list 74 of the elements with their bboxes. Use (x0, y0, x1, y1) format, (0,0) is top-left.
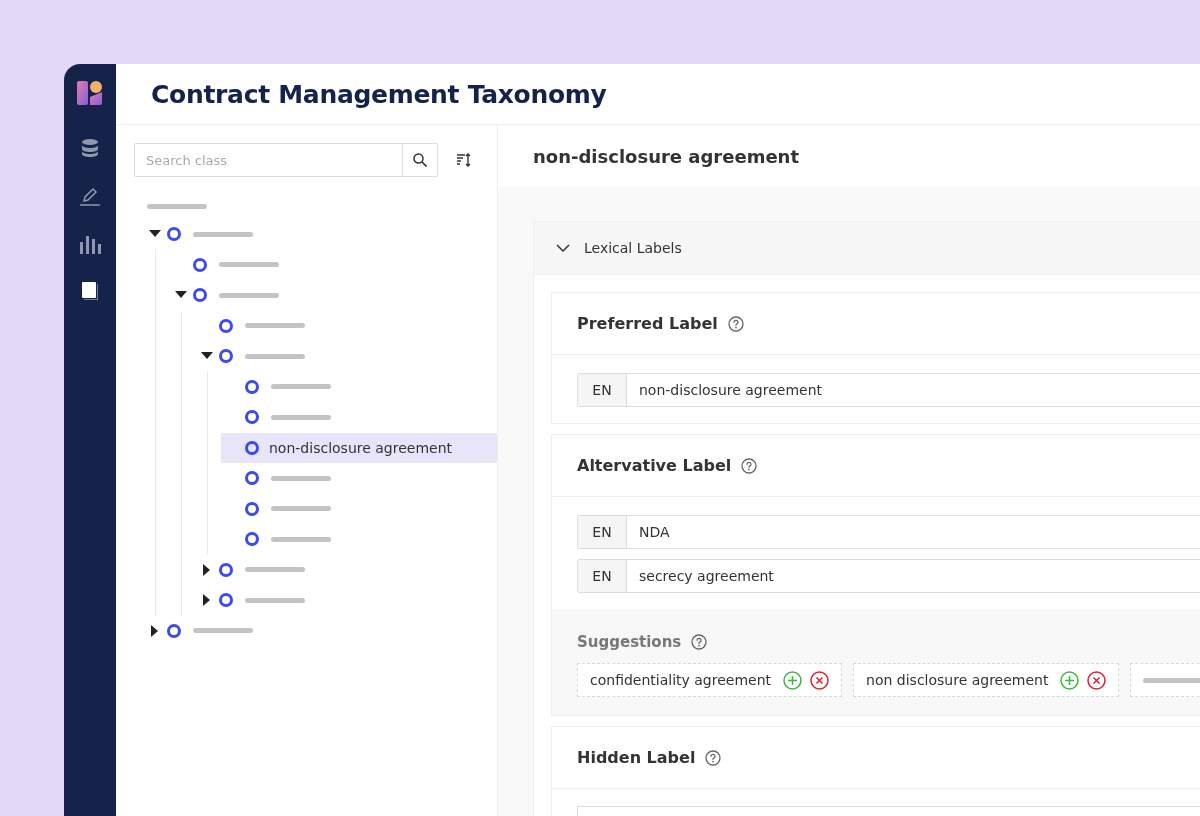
collapsed-caret-icon[interactable] (151, 624, 159, 637)
expanded-caret-icon[interactable] (149, 230, 161, 239)
add-icon[interactable] (1060, 670, 1080, 690)
language-tag: EN (578, 374, 627, 406)
placeholder-bar (193, 231, 253, 237)
placeholder-bar (193, 628, 253, 634)
collapsed-caret-icon[interactable] (203, 563, 211, 576)
node-icon (219, 562, 233, 577)
label-field[interactable] (577, 806, 1200, 816)
language-tag: EN (578, 560, 627, 592)
help-icon[interactable] (691, 634, 708, 650)
node-icon (245, 410, 259, 425)
placeholder-bar (271, 536, 331, 542)
suggestion-text: non disclosure agreement (866, 672, 1049, 688)
add-icon[interactable] (783, 670, 803, 690)
expanded-caret-icon[interactable] (201, 352, 213, 361)
placeholder-bar (271, 475, 331, 481)
reject-icon[interactable] (810, 670, 830, 690)
node-icon (219, 349, 233, 364)
node-icon (245, 440, 259, 455)
search-icon (413, 153, 427, 167)
collapsed-caret-icon[interactable] (203, 594, 211, 607)
search-button[interactable] (402, 143, 438, 177)
node-icon (167, 227, 181, 242)
placeholder-bar (271, 414, 331, 420)
book-icon[interactable] (82, 282, 98, 300)
chevron-down-icon[interactable] (556, 243, 570, 253)
placeholder-bar (245, 597, 305, 603)
node-icon (193, 288, 207, 303)
help-icon[interactable] (741, 457, 758, 474)
help-icon[interactable] (705, 749, 722, 766)
sort-icon[interactable] (456, 153, 472, 167)
node-icon (167, 623, 181, 638)
selected-tree-row[interactable]: non-disclosure agreement (221, 432, 497, 463)
node-icon (193, 257, 207, 272)
placeholder-bar (219, 262, 279, 268)
suggestions-title: Suggestions (577, 633, 682, 651)
logo-icon[interactable] (77, 80, 103, 106)
placeholder-bar (147, 204, 207, 209)
label-field[interactable]: EN NDA (577, 515, 1200, 549)
reject-icon[interactable] (1087, 670, 1107, 690)
help-icon[interactable] (727, 315, 744, 332)
suggestion-text: confidentiality agreement (590, 672, 772, 688)
section-title: Preferred Label (577, 314, 718, 333)
placeholder-bar (271, 384, 331, 390)
panel-title: Lexical Labels (584, 240, 682, 256)
node-icon (245, 532, 259, 547)
tree-item-label[interactable]: non-disclosure agreement (269, 439, 453, 456)
node-icon (219, 318, 233, 333)
label-value: non-disclosure agreement (638, 381, 823, 400)
expanded-caret-icon[interactable] (175, 291, 187, 300)
node-icon (219, 593, 233, 608)
placeholder-bar (245, 323, 305, 329)
label-field[interactable]: EN secrecy agreement (577, 559, 1200, 593)
section-title: Altervative Label (577, 456, 732, 475)
label-value: NDA (638, 523, 670, 542)
pencil-icon[interactable] (79, 186, 101, 206)
label-field[interactable]: EN non-disclosure agreement (577, 373, 1200, 407)
placeholder-bar (1143, 677, 1200, 683)
label-value: secrecy agreement (638, 567, 774, 586)
node-icon (245, 471, 259, 486)
section-title: Hidden Label (577, 748, 696, 767)
placeholder-bar (245, 567, 305, 573)
language-tag: EN (578, 516, 627, 548)
placeholder-bar (219, 292, 279, 298)
node-icon (245, 501, 259, 516)
placeholder-bar (271, 506, 331, 512)
search-field[interactable]: Search class (134, 143, 402, 177)
bar-chart-icon[interactable] (79, 234, 101, 254)
placeholder-bar (245, 353, 305, 359)
detail-title: non-disclosure agreement (533, 145, 800, 167)
database-icon[interactable] (80, 138, 100, 158)
node-icon (245, 379, 259, 394)
page-title: Contract Management Taxonomy (151, 79, 607, 109)
